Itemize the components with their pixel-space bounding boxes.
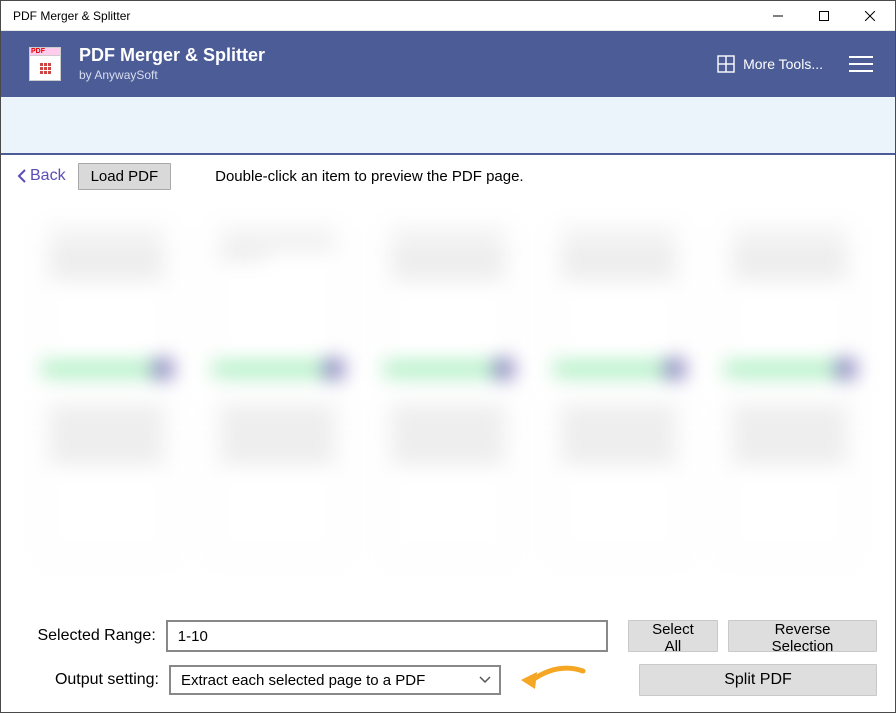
split-pdf-button[interactable]: Split PDF <box>639 664 877 696</box>
minimize-button[interactable] <box>755 1 801 31</box>
more-tools-button[interactable]: More Tools... <box>717 55 823 73</box>
page-thumbnails-area[interactable] <box>1 197 895 610</box>
load-pdf-button[interactable]: Load PDF <box>78 163 172 190</box>
toolbar: Back Load PDF Double-click an item to pr… <box>1 155 895 197</box>
back-button[interactable]: Back <box>17 167 66 185</box>
sub-header-band <box>1 97 895 155</box>
close-button[interactable] <box>847 1 893 31</box>
page-thumbnail[interactable] <box>553 399 684 559</box>
output-setting-dropdown[interactable]: Extract each selected page to a PDF <box>169 665 501 695</box>
page-thumbnail[interactable] <box>212 399 343 559</box>
annotation-arrow-icon <box>517 665 587 695</box>
bottom-controls: Selected Range: Select All Reverse Selec… <box>1 610 895 712</box>
more-tools-label: More Tools... <box>743 56 823 72</box>
page-thumbnail[interactable] <box>41 399 172 559</box>
menu-button[interactable] <box>845 52 877 76</box>
output-setting-label: Output setting: <box>19 671 159 689</box>
chevron-down-icon <box>479 676 491 684</box>
output-setting-value: Extract each selected page to a PDF <box>181 672 425 689</box>
hint-text: Double-click an item to preview the PDF … <box>215 168 523 185</box>
window-titlebar: PDF Merger & Splitter <box>1 1 895 31</box>
maximize-button[interactable] <box>801 1 847 31</box>
page-thumbnail[interactable] <box>724 399 855 559</box>
app-subtitle: by AnywaySoft <box>79 68 265 82</box>
back-label: Back <box>30 167 66 185</box>
window-title: PDF Merger & Splitter <box>13 9 755 23</box>
reverse-selection-button[interactable]: Reverse Selection <box>728 620 877 652</box>
grid-icon <box>717 55 735 73</box>
selected-range-label: Selected Range: <box>19 627 156 645</box>
app-logo-icon: PDF <box>29 47 61 81</box>
app-header: PDF PDF Merger & Splitter by AnywaySoft … <box>1 31 895 97</box>
app-title: PDF Merger & Splitter <box>79 46 265 66</box>
page-thumbnail[interactable] <box>383 399 514 559</box>
selected-range-input[interactable] <box>166 620 608 652</box>
chevron-left-icon <box>17 169 26 183</box>
select-all-button[interactable]: Select All <box>628 620 718 652</box>
